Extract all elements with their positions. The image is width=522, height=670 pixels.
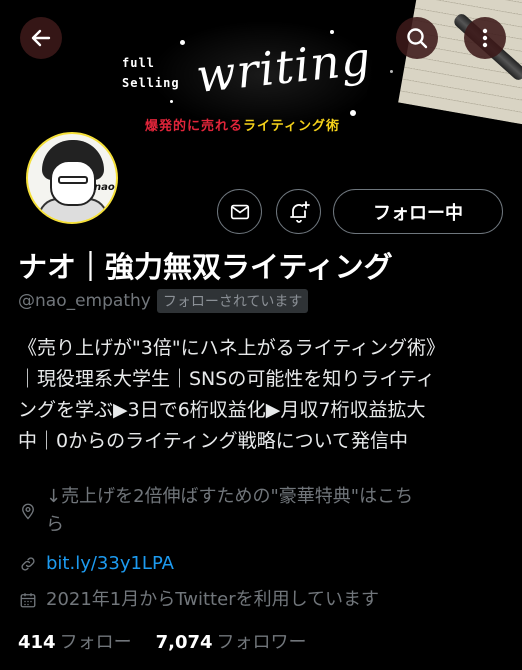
link-icon: [18, 550, 38, 578]
message-button[interactable]: [217, 189, 262, 234]
user-handle: @nao_empathy: [18, 291, 151, 311]
banner-tagline-part2: ライティング術: [243, 119, 340, 134]
calendar-icon: [18, 586, 38, 614]
bio: 《売り上げが"3倍"にハネ上がるライティング術》 ｜現役理系大学生｜SNSの可能…: [18, 333, 518, 457]
banner-text-full: full: [122, 56, 155, 70]
handle-row: @nao_empathy フォローされています: [18, 289, 309, 313]
location-pin-icon: [18, 497, 38, 525]
location-text-line1: ↓売上げを2倍伸ばすための"豪華特典"はこち: [46, 486, 414, 507]
location-row: ↓売上げを2倍伸ばすための"豪華特典"はこち ら: [18, 483, 413, 539]
banner-tagline: 爆発的に売れるライティング術: [145, 115, 340, 134]
location-text-line2: ら: [46, 514, 64, 535]
follow-stats: 414 フォロー 7,074 フォロワー: [18, 628, 307, 654]
joined-row: 2021年1月からTwitterを利用しています: [18, 586, 379, 614]
joined-date: 2021年1月からTwitterを利用しています: [46, 589, 380, 610]
bio-line: 中｜0からのライティング戦略について発信中: [18, 430, 408, 452]
avatar-label: nao: [94, 182, 115, 193]
more-vertical-icon: [482, 28, 488, 48]
following-stat[interactable]: 414 フォロー: [18, 628, 132, 654]
followers-stat[interactable]: 7,074 フォロワー: [156, 628, 307, 654]
arrow-left-icon: [31, 29, 51, 47]
back-button[interactable]: [20, 17, 62, 59]
profile-url-link[interactable]: bit.ly/33y1LPA: [46, 550, 174, 578]
avatar-image: nao: [26, 132, 118, 224]
following-count: 414: [18, 632, 56, 653]
followers-count: 7,074: [155, 632, 213, 653]
envelope-icon: [230, 204, 249, 219]
avatar[interactable]: nao: [22, 128, 122, 228]
search-button[interactable]: [396, 17, 438, 59]
banner-tagline-part1: 爆発的に売れる: [145, 119, 244, 134]
banner-text-selling: Selling: [122, 76, 180, 90]
display-name: ナオ｜強力無双ライティング: [18, 250, 393, 284]
following-button[interactable]: フォロー中: [333, 189, 503, 234]
followers-label: フォロワー: [216, 632, 307, 653]
follows-you-badge: フォローされています: [156, 289, 309, 313]
search-icon: [407, 28, 428, 49]
bell-plus-icon: [289, 200, 310, 223]
notifications-button[interactable]: [276, 189, 321, 234]
bio-line: ｜現役理系大学生｜SNSの可能性を知りライティ: [18, 368, 435, 390]
url-row: bit.ly/33y1LPA: [18, 550, 174, 578]
bio-line: 《売り上げが"3倍"にハネ上がるライティング術》: [18, 337, 446, 359]
following-label: フォロー: [59, 632, 132, 653]
more-options-button[interactable]: [464, 17, 506, 59]
bio-line: ングを学ぶ▶3日で6桁収益化▶月収7桁収益拡大: [18, 399, 426, 421]
